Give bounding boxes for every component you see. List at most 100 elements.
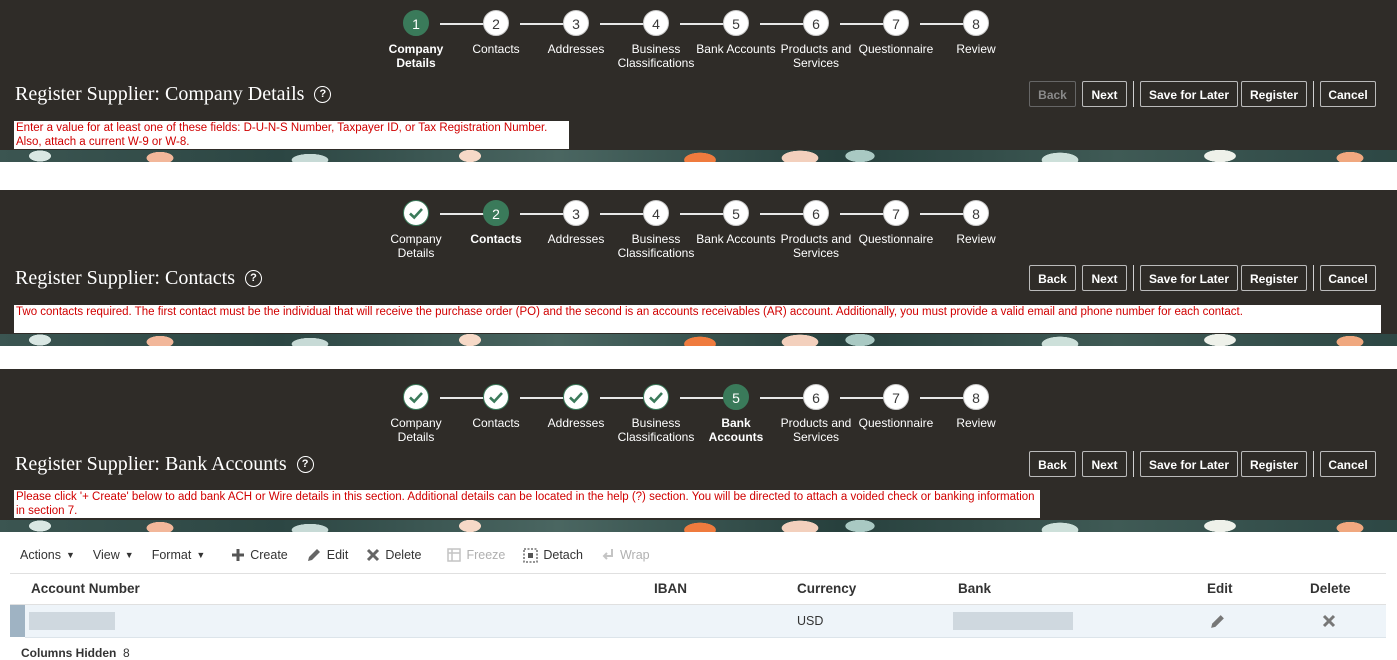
step-number: 7 (883, 384, 909, 410)
step-number: 7 (883, 200, 909, 226)
cancel-button[interactable]: Cancel (1320, 81, 1376, 107)
columns-hidden-count: 8 (123, 646, 130, 660)
view-menu[interactable]: View ▼ (93, 548, 134, 562)
step-label: Company (390, 416, 442, 430)
step-number: 6 (803, 200, 829, 226)
page-title-text: Register Supplier: Bank Accounts (15, 453, 287, 475)
caret-down-icon: ▼ (124, 550, 134, 560)
column-account-number[interactable]: Account Number (31, 581, 140, 596)
column-bank[interactable]: Bank (958, 581, 991, 596)
table-header: Account Number IBAN Currency Bank Edit D… (10, 573, 1386, 605)
check-icon (563, 384, 589, 410)
back-button[interactable]: Back (1029, 81, 1076, 107)
help-icon[interactable]: ? (244, 270, 262, 287)
cancel-button[interactable]: Cancel (1320, 265, 1376, 291)
step-number: 3 (563, 200, 589, 226)
step-number: 6 (803, 10, 829, 36)
step-label: Products and (780, 232, 852, 246)
step-number: 8 (963, 10, 989, 36)
column-iban[interactable]: IBAN (654, 581, 687, 596)
toolbar-separator (1133, 81, 1134, 107)
create-button[interactable]: Create (231, 548, 288, 562)
page-title-text: Register Supplier: Company Details (15, 83, 305, 105)
freeze-icon (447, 548, 462, 562)
currency-cell: USD (797, 614, 824, 628)
next-button[interactable]: Next (1082, 81, 1127, 107)
detach-button[interactable]: Detach (523, 547, 583, 563)
step-review[interactable]: 8 Review (926, 10, 1026, 56)
register-button[interactable]: Register (1241, 81, 1307, 107)
table-row[interactable]: USD (25, 605, 1386, 638)
help-icon[interactable]: ? (296, 456, 314, 473)
column-delete: Delete (1310, 581, 1351, 596)
step-label: Business (631, 42, 681, 56)
toolbar-separator (1133, 451, 1134, 477)
page-title: Register Supplier: Contacts ? (15, 267, 262, 290)
wrap-button[interactable]: Wrap (601, 548, 650, 562)
step-number: 4 (643, 200, 669, 226)
step-review[interactable]: 8 Review (926, 200, 1026, 246)
instruction-message: Two contacts required. The first contact… (14, 305, 1381, 333)
register-button[interactable]: Register (1241, 451, 1307, 477)
page-title: Register Supplier: Bank Accounts ? (15, 453, 314, 476)
step-train: Company Details 2 Contacts 3 Addresses 4 … (390, 200, 1015, 270)
decorative-banner (0, 334, 1397, 346)
toolbar-separator (1133, 265, 1134, 291)
section-company-details: 1 Company Details 2 Contacts 3 Addresses … (0, 0, 1397, 162)
actions-menu[interactable]: Actions ▼ (20, 548, 75, 562)
columns-hidden-status: Columns Hidden 8 (21, 646, 130, 660)
detach-icon (523, 547, 539, 563)
format-label: Format (151, 548, 192, 562)
table-toolbar: Actions ▼ View ▼ Format ▼ Create Edit Delet… (20, 545, 668, 565)
instruction-message: Enter a value for at least one of these … (14, 121, 569, 149)
edit-button[interactable]: Edit (306, 547, 348, 563)
bank-cell (953, 612, 1073, 630)
x-icon[interactable] (1322, 614, 1336, 628)
page-title: Register Supplier: Company Details ? (15, 83, 332, 106)
step-number: 6 (803, 384, 829, 410)
step-label: Products and (780, 42, 852, 56)
step-number: 8 (963, 200, 989, 226)
help-icon[interactable]: ? (314, 86, 332, 103)
pencil-icon (307, 549, 320, 561)
step-label: Details (397, 430, 435, 444)
row-header[interactable] (10, 605, 25, 637)
step-label: Review (956, 416, 996, 430)
check-icon (643, 384, 669, 410)
next-button[interactable]: Next (1082, 451, 1127, 477)
freeze-button[interactable]: Freeze (447, 548, 505, 562)
step-number: 5 (723, 10, 749, 36)
section-contacts: Company Details 2 Contacts 3 Addresses 4 … (0, 190, 1397, 346)
step-label: Products and (780, 416, 852, 430)
wrap-icon (602, 549, 613, 560)
save-for-later-button[interactable]: Save for Later (1140, 265, 1238, 291)
step-label: Company (388, 42, 444, 56)
step-label: Classifications (617, 56, 695, 70)
step-train: Company Details Contacts Addresses Busine… (390, 384, 1015, 454)
save-for-later-button[interactable]: Save for Later (1140, 451, 1238, 477)
save-for-later-button[interactable]: Save for Later (1140, 81, 1238, 107)
step-label: Classifications (617, 430, 695, 444)
step-number: 2 (483, 10, 509, 36)
instruction-message: Please click '+ Create' below to add ban… (14, 490, 1040, 518)
cancel-button[interactable]: Cancel (1320, 451, 1376, 477)
step-label: Details (397, 246, 435, 260)
plus-icon (232, 549, 245, 561)
next-button[interactable]: Next (1082, 265, 1127, 291)
back-button[interactable]: Back (1029, 451, 1076, 477)
check-icon (403, 384, 429, 410)
step-number: 1 (403, 10, 429, 36)
format-menu[interactable]: Format ▼ (152, 548, 206, 562)
delete-label: Delete (385, 548, 422, 562)
step-number: 5 (723, 200, 749, 226)
toolbar-separator (1313, 81, 1314, 107)
register-button[interactable]: Register (1241, 265, 1307, 291)
create-label: Create (250, 548, 288, 562)
delete-button[interactable]: Delete (366, 548, 421, 562)
step-review[interactable]: 8 Review (926, 384, 1026, 430)
pencil-icon[interactable] (1209, 613, 1226, 630)
step-number: 5 (723, 384, 749, 410)
column-currency[interactable]: Currency (797, 581, 856, 596)
step-label: Review (956, 42, 996, 56)
back-button[interactable]: Back (1029, 265, 1076, 291)
